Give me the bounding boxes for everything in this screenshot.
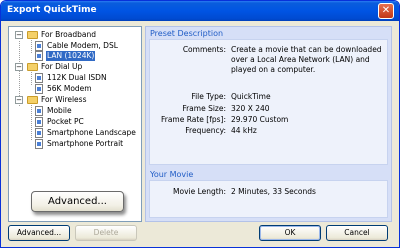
tree-folder-for-broadband[interactable]: − For Broadband <box>15 30 141 40</box>
preset-icon <box>35 41 43 51</box>
tree-folder-label: For Broadband <box>41 30 96 39</box>
details-panel: Preset Description Comments: Create a mo… <box>145 26 392 222</box>
tree-item-cable-modem-dsl[interactable]: Cable Modem, DSL <box>9 41 141 51</box>
title-bar[interactable]: Export QuickTime ✕ <box>1 1 399 21</box>
tree-item-label: Mobile <box>47 106 72 115</box>
advanced-button[interactable]: Advanced... <box>8 225 70 241</box>
tree-item-label-selected: LAN (1024K) <box>46 51 96 61</box>
preset-description-heading: Preset Description <box>150 29 224 38</box>
dialog-body: − For Broadband Cable Modem, DSL LAN (10… <box>4 21 396 246</box>
advanced-button-callout: Advanced... <box>31 191 124 212</box>
window-title: Export QuickTime <box>7 5 97 15</box>
export-quicktime-dialog: Export QuickTime ✕ − For Broadband Cable… <box>0 0 400 248</box>
frequency-value: 44 kHz <box>231 126 257 135</box>
collapse-icon[interactable]: − <box>15 63 23 71</box>
frame-size-value: 320 X 240 <box>231 104 270 113</box>
your-movie-box: Movie Length: 2 Minutes, 33 Seconds <box>149 180 388 218</box>
folder-icon <box>27 63 38 71</box>
collapse-icon[interactable]: − <box>15 96 23 104</box>
preset-icon <box>35 51 43 61</box>
preset-icon <box>35 73 43 83</box>
tree-item-pocket-pc[interactable]: Pocket PC <box>9 117 141 127</box>
tree-folder-for-dial-up[interactable]: − For Dial Up <box>15 62 141 72</box>
tree-folder-label: For Dial Up <box>41 62 83 71</box>
tree-item-smartphone-landscape[interactable]: Smartphone Landscape <box>9 128 141 138</box>
tree-item-label: 56K Modem <box>47 84 92 93</box>
cancel-button[interactable]: Cancel <box>326 225 388 241</box>
your-movie-heading: Your Movie <box>150 170 194 179</box>
preset-description-box: Comments: Create a movie that can be dow… <box>149 39 388 165</box>
folder-icon <box>27 96 38 104</box>
frame-rate-label: Frame Rate [fps]: <box>160 115 226 124</box>
comments-label: Comments: <box>182 45 226 54</box>
tree-item-label: Smartphone Landscape <box>47 128 136 137</box>
tree-item-56k-modem[interactable]: 56K Modem <box>9 84 141 94</box>
tree-item-label: Pocket PC <box>47 117 84 126</box>
preset-icon <box>35 117 43 127</box>
frame-rate-value: 29.970 Custom <box>231 115 289 124</box>
preset-icon <box>35 139 43 149</box>
tree-folder-for-wireless[interactable]: − For Wireless <box>15 95 141 105</box>
preset-icon <box>35 128 43 138</box>
close-icon[interactable]: ✕ <box>378 3 394 19</box>
tree-folder-label: For Wireless <box>41 95 87 104</box>
frame-size-label: Frame Size: <box>182 104 226 113</box>
folder-icon <box>27 31 38 39</box>
tree-item-label: 112K Dual ISDN <box>47 73 107 82</box>
tree-item-label: Smartphone Portrait <box>47 139 124 148</box>
comments-value: Create a movie that can be downloaded ov… <box>231 45 382 74</box>
tree-item-mobile[interactable]: Mobile <box>9 106 141 116</box>
file-type-value: QuickTime <box>231 92 271 101</box>
tree-item-112k-dual-isdn[interactable]: 112K Dual ISDN <box>9 73 141 83</box>
preset-icon <box>35 106 43 116</box>
preset-icon <box>35 84 43 94</box>
movie-length-label: Movie Length: <box>173 187 226 196</box>
file-type-label: File Type: <box>191 92 226 101</box>
tree-item-smartphone-portrait[interactable]: Smartphone Portrait <box>9 139 141 149</box>
movie-length-value: 2 Minutes, 33 Seconds <box>231 187 316 196</box>
frequency-label: Frequency: <box>185 126 226 135</box>
delete-button[interactable]: Delete <box>75 225 137 241</box>
tree-item-label: Cable Modem, DSL <box>47 41 118 50</box>
collapse-icon[interactable]: − <box>15 31 23 39</box>
tree-item-lan-1024k[interactable]: LAN (1024K) <box>9 51 141 61</box>
ok-button[interactable]: OK <box>259 225 321 241</box>
